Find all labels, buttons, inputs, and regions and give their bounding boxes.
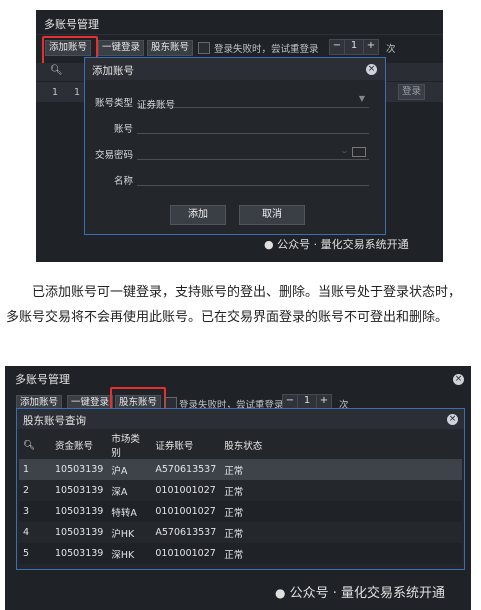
retry-label: 登录失败时，尝试重登录: [214, 44, 319, 55]
chevron-down-icon: ▼: [358, 94, 365, 103]
col-market[interactable]: 市场类别: [107, 431, 151, 459]
retry-increment[interactable]: +: [363, 39, 379, 55]
eye-off-icon[interactable]: ⌣: [342, 147, 347, 157]
holder-status: 正常: [224, 486, 244, 498]
fund-account: 10503139: [55, 527, 104, 538]
one-key-login-button[interactable]: 一键登录: [98, 40, 145, 56]
cancel-button[interactable]: 取消: [239, 205, 305, 225]
close-icon[interactable]: ×: [366, 64, 377, 75]
dialog-title: 添加账号: [92, 65, 134, 77]
window-title-2: 多账号管理: [15, 373, 70, 386]
table-row[interactable]: 2 10503139 深A 0101001027 正常: [19, 480, 462, 501]
account-type-label: 账号类型: [94, 98, 133, 109]
sec-account: 0101001027: [155, 485, 216, 496]
account-type-value: 证券账号: [137, 100, 176, 111]
add-account-dialog: 添加账号 × 账号类型 证券账号 ▼ 账号 交易密码 ⌣ 名称 添加 取消: [84, 57, 386, 235]
row-index: 5: [23, 548, 30, 559]
window-close-icon[interactable]: ×: [453, 374, 464, 385]
retry-decrement[interactable]: −: [329, 39, 345, 55]
holder-status: 正常: [224, 528, 244, 540]
col-sec-account[interactable]: 证券账号: [151, 431, 220, 459]
row-index-2: 1: [74, 87, 81, 98]
sec-account: 0101001027: [155, 548, 216, 559]
watermark-text: 公众号 · 量化交易系统开通: [277, 238, 409, 251]
col-status[interactable]: 股东状态: [220, 431, 462, 459]
market-type: 深HK: [111, 549, 135, 561]
name-input[interactable]: [137, 171, 369, 186]
holder-query-dialog: 股东账号查询 × 🔍︎ 资金账号 市场类别 证券账号 股东状态 1 105031…: [16, 408, 465, 570]
table-header: 🔍︎ 资金账号 市场类别 证券账号 股东状态: [19, 431, 462, 459]
holder-status: 正常: [224, 507, 244, 519]
wechat-icon: ●: [264, 238, 274, 251]
col-fund-account[interactable]: 资金账号: [51, 431, 107, 459]
watermark-2: ● 公众号 · 量化交易系统开通: [275, 582, 445, 601]
fund-account: 10503139: [55, 464, 104, 475]
dialog-title-2: 股东账号查询: [23, 415, 86, 427]
row-index: 1: [52, 87, 59, 98]
description-paragraph: 已添加账号可一键登录，支持账号的登出、删除。当账号处于登录状态时，多账号交易将不…: [6, 285, 462, 325]
table-row[interactable]: 1 10503139 沪A A570613537 正常: [19, 459, 462, 480]
fund-account: 10503139: [55, 506, 104, 517]
retry-count-input[interactable]: 1: [344, 39, 364, 55]
window-title: 多账号管理: [44, 18, 99, 31]
market-type: 特转A: [111, 507, 137, 519]
fund-account: 10503139: [55, 485, 104, 496]
watermark-text: 公众号 · 量化交易系统开通: [289, 586, 446, 601]
add-button[interactable]: 添加: [170, 205, 226, 225]
table-row[interactable]: 4 10503139 沪HK A570613537 正常: [19, 522, 462, 543]
search-icon[interactable]: 🔍︎: [19, 431, 51, 459]
title-divider: [36, 34, 443, 35]
fund-account: 10503139: [55, 548, 104, 559]
account-label: 账号: [113, 124, 133, 135]
holder-account-button[interactable]: 股东账号: [147, 40, 194, 56]
row-index: 4: [23, 527, 30, 538]
table-row[interactable]: 3 10503139 特转A 0101001027 正常: [19, 501, 462, 522]
retry-checkbox[interactable]: [198, 42, 210, 54]
screenshot-holder-query: 多账号管理 × 添加账号 一键登录 股东账号 登录失败时，尝试重登录 − 1 +…: [5, 366, 471, 610]
account-type-select[interactable]: 证券账号 ▼: [137, 93, 369, 111]
password-label: 交易密码: [94, 150, 133, 161]
retry-unit: 次: [386, 44, 396, 55]
market-type: 深A: [111, 486, 128, 498]
screenshot-add-account: 多账号管理 添加账号 一键登录 股东账号 登录失败时，尝试重登录 − 1 + 次…: [36, 10, 443, 262]
wechat-icon: ●: [275, 586, 286, 600]
keyboard-icon[interactable]: [352, 147, 366, 157]
holder-status: 正常: [224, 549, 244, 561]
watermark: ● 公众号 · 量化交易系统开通: [264, 236, 409, 252]
search-icon[interactable]: 🔍︎: [50, 65, 63, 76]
login-button[interactable]: 登录: [398, 84, 426, 100]
sec-account: 0101001027: [155, 506, 216, 517]
holder-status: 正常: [224, 465, 244, 477]
account-input[interactable]: [137, 119, 369, 134]
row-index: 2: [23, 485, 30, 496]
name-label: 名称: [113, 176, 133, 187]
table-row[interactable]: 5 10503139 深HK 0101001027 正常: [19, 543, 462, 564]
market-type: 沪HK: [111, 528, 135, 540]
row-index: 1: [23, 464, 30, 475]
market-type: 沪A: [111, 465, 128, 477]
sec-account: A570613537: [155, 527, 217, 538]
holder-table: 🔍︎ 资金账号 市场类别 证券账号 股东状态 1 10503139 沪A A57…: [19, 431, 462, 564]
row-index: 3: [23, 506, 30, 517]
dialog-close-icon[interactable]: ×: [447, 414, 458, 425]
sec-account: A570613537: [155, 464, 217, 475]
password-input[interactable]: ⌣: [137, 145, 369, 160]
